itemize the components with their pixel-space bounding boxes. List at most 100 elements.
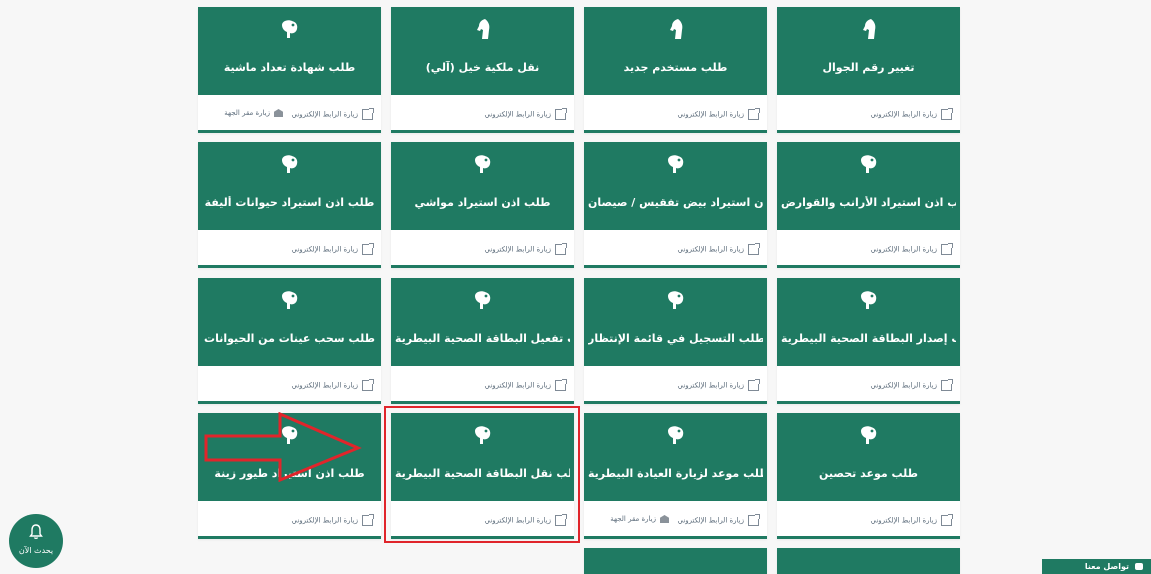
service-card-partial[interactable] <box>584 548 767 574</box>
card-title: تغيير رقم الجوال <box>822 61 915 74</box>
external-link-icon <box>555 108 567 120</box>
card-bottom-bar <box>391 401 574 404</box>
card-bottom-bar <box>777 401 960 404</box>
external-link-icon <box>362 514 374 526</box>
card-title: طلب إصدار البطاقة الصحية البيطرية <box>781 332 956 345</box>
external-link-icon <box>555 379 567 391</box>
camel-icon <box>861 426 877 444</box>
service-card[interactable]: نقل ملكية خيل (آلي) زيارة الرابط الإلكتر… <box>391 7 574 133</box>
service-card[interactable]: طلب تفعيل البطاقة الصحية البيطرية زيارة … <box>391 278 574 404</box>
card-header: طلب مستخدم جديد <box>584 7 767 95</box>
card-links: زيارة الرابط الإلكتروني <box>198 230 381 265</box>
visit-online-link[interactable]: زيارة الرابط الإلكتروني <box>870 243 953 255</box>
visit-online-link[interactable]: زيارة الرابط الإلكتروني <box>677 108 760 120</box>
card-links: زيارة الرابط الإلكتروني <box>198 366 381 401</box>
external-link-icon <box>941 514 953 526</box>
service-card[interactable]: طلب اذن استيراد بيض تفقيس / صيصان زيارة … <box>584 142 767 268</box>
visit-online-link[interactable]: زيارة الرابط الإلكتروني <box>291 243 374 255</box>
camel-icon <box>475 291 491 309</box>
external-link-icon <box>362 243 374 255</box>
card-header: طلب اذن استيراد مواشي <box>391 142 574 230</box>
service-card[interactable]: طلب اذن استيراد حيوانات أليفة زيارة الرا… <box>198 142 381 268</box>
card-header <box>584 548 767 574</box>
visit-online-link[interactable]: زيارة الرابط الإلكتروني <box>677 514 760 526</box>
service-card[interactable]: طلب مستخدم جديد زيارة الرابط الإلكتروني <box>584 7 767 133</box>
visit-office-link[interactable]: زيارة مقر الجهة <box>224 109 283 117</box>
visit-online-link[interactable]: زيارة الرابط الإلكتروني <box>870 108 953 120</box>
visit-online-link[interactable]: زيارة الرابط الإلكتروني <box>484 108 567 120</box>
visit-online-link[interactable]: زيارة الرابط الإلكتروني <box>677 243 760 255</box>
card-header: تغيير رقم الجوال <box>777 7 960 95</box>
card-bottom-bar <box>777 265 960 268</box>
card-links: زيارة الرابط الإلكتروني <box>391 230 574 265</box>
external-link-icon <box>748 108 760 120</box>
card-links: زيارة الرابط الإلكتروني <box>777 366 960 401</box>
card-links: زيارة الرابط الإلكتروني <box>584 230 767 265</box>
visit-office-link[interactable]: زيارة مقر الجهة <box>610 515 669 523</box>
camel-icon <box>282 20 298 38</box>
card-header: طلب إصدار البطاقة الصحية البيطرية <box>777 278 960 366</box>
visit-online-link[interactable]: زيارة الرابط الإلكتروني <box>870 379 953 391</box>
card-title: طلب اذن استيراد حيوانات أليفة <box>204 196 375 209</box>
service-card[interactable]: طلب سحب عينات من الحيوانات زيارة الرابط … <box>198 278 381 404</box>
card-header: طلب شهادة تعداد ماشية <box>198 7 381 95</box>
service-card[interactable]: طلب اذن استيراد الأرانب والقوارض زيارة ا… <box>777 142 960 268</box>
card-links: زيارة الرابط الإلكتروني <box>584 366 767 401</box>
card-bottom-bar <box>584 401 767 404</box>
camel-icon <box>668 155 684 173</box>
service-card[interactable]: طلب إصدار البطاقة الصحية البيطرية زيارة … <box>777 278 960 404</box>
service-card-partial[interactable] <box>777 548 960 574</box>
service-card[interactable]: تغيير رقم الجوال زيارة الرابط الإلكتروني <box>777 7 960 133</box>
visit-online-link[interactable]: زيارة الرابط الإلكتروني <box>484 243 567 255</box>
card-bottom-bar <box>584 536 767 539</box>
live-updates-label: يحدث الآن <box>18 546 54 555</box>
live-updates-button[interactable]: يحدث الآن <box>9 514 63 568</box>
card-header: طلب موعد تحصين <box>777 413 960 501</box>
card-links: زيارة الرابط الإلكتروني زيارة مقر الجهة <box>198 95 381 130</box>
card-links: زيارة الرابط الإلكتروني <box>198 501 381 536</box>
camel-icon <box>475 155 491 173</box>
card-title: طلب التسجيل في قائمة الإنتظار <box>588 332 763 345</box>
card-bottom-bar <box>584 130 767 133</box>
card-title: طلب موعد تحصين <box>818 467 919 480</box>
service-card[interactable]: طلب موعد لزيارة العيادة البيطرية زيارة ا… <box>584 413 767 539</box>
card-header: طلب تفعيل البطاقة الصحية البيطرية <box>391 278 574 366</box>
visit-online-link[interactable]: زيارة الرابط الإلكتروني <box>870 514 953 526</box>
red-arrow <box>204 412 362 482</box>
card-title: نقل ملكية خيل (آلي) <box>425 61 540 74</box>
card-bottom-bar <box>777 130 960 133</box>
camel-icon <box>668 291 684 309</box>
horse-icon <box>863 19 876 39</box>
service-card[interactable]: طلب التسجيل في قائمة الإنتظار زيارة الرا… <box>584 278 767 404</box>
service-card[interactable]: طلب موعد تحصين زيارة الرابط الإلكتروني <box>777 413 960 539</box>
card-bottom-bar <box>391 265 574 268</box>
horse-icon <box>477 19 490 39</box>
external-link-icon <box>941 379 953 391</box>
highlight-box <box>384 406 580 543</box>
chat-bubble-icon <box>1135 563 1143 570</box>
card-title: طلب شهادة تعداد ماشية <box>223 61 356 74</box>
card-links: زيارة الرابط الإلكتروني <box>777 501 960 536</box>
service-card[interactable]: طلب اذن استيراد مواشي زيارة الرابط الإلك… <box>391 142 574 268</box>
camel-icon <box>282 291 298 309</box>
external-link-icon <box>941 108 953 120</box>
card-links: زيارة الرابط الإلكتروني <box>777 95 960 130</box>
service-card[interactable]: طلب شهادة تعداد ماشية زيارة الرابط الإلك… <box>198 7 381 133</box>
card-links: زيارة الرابط الإلكتروني <box>584 95 767 130</box>
visit-online-link[interactable]: زيارة الرابط الإلكتروني <box>291 108 374 120</box>
visit-online-link[interactable]: زيارة الرابط الإلكتروني <box>291 514 374 526</box>
card-title: طلب اذن استيراد مواشي <box>414 196 551 209</box>
card-header: طلب موعد لزيارة العيادة البيطرية <box>584 413 767 501</box>
card-links: زيارة الرابط الإلكتروني <box>391 366 574 401</box>
contact-us-tab[interactable]: تواصل معنا <box>1042 559 1151 574</box>
card-header: طلب اذن استيراد بيض تفقيس / صيصان <box>584 142 767 230</box>
card-header: طلب التسجيل في قائمة الإنتظار <box>584 278 767 366</box>
visit-online-link[interactable]: زيارة الرابط الإلكتروني <box>484 379 567 391</box>
card-title: طلب اذن استيراد بيض تفقيس / صيصان <box>588 196 763 209</box>
visit-online-link[interactable]: زيارة الرابط الإلكتروني <box>677 379 760 391</box>
external-link-icon <box>748 379 760 391</box>
visit-online-link[interactable]: زيارة الرابط الإلكتروني <box>291 379 374 391</box>
card-bottom-bar <box>584 265 767 268</box>
card-header <box>777 548 960 574</box>
card-links: زيارة الرابط الإلكتروني <box>391 95 574 130</box>
